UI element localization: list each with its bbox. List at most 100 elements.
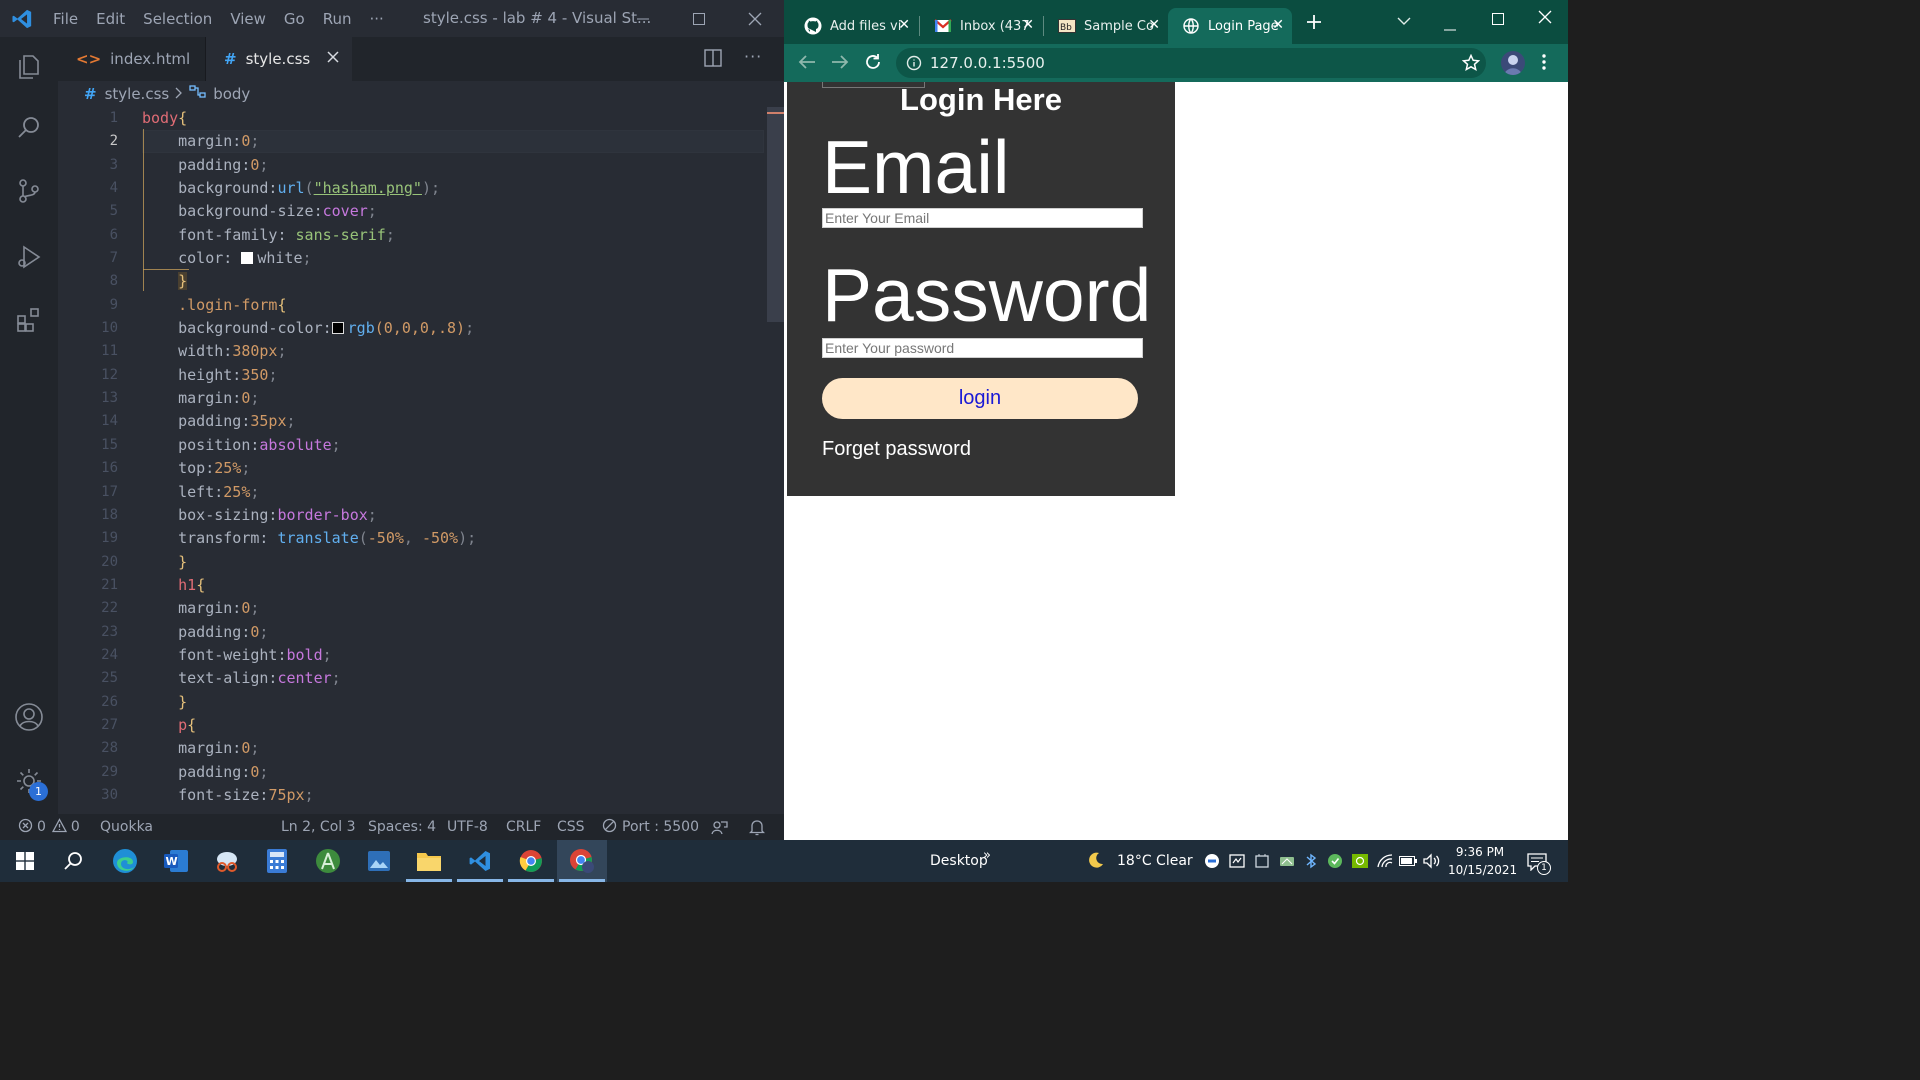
browser-menu-kebab-icon[interactable] xyxy=(1542,54,1546,74)
tab-search-chevron-down-icon[interactable] xyxy=(1397,11,1411,30)
profile-avatar[interactable] xyxy=(1501,51,1525,75)
more-actions-icon[interactable]: ··· xyxy=(744,47,762,66)
menu-edit[interactable]: Edit xyxy=(87,10,134,28)
breadcrumb-symbol[interactable]: body xyxy=(213,85,250,103)
account-icon[interactable] xyxy=(12,700,46,734)
forget-password-link[interactable]: Forget password xyxy=(822,438,971,461)
site-info-icon[interactable] xyxy=(906,55,922,75)
color-swatch[interactable] xyxy=(241,252,254,265)
bookmark-star-icon[interactable] xyxy=(1461,53,1481,76)
login-button[interactable]: login xyxy=(822,378,1138,419)
indentation-setting[interactable]: Spaces: 4 xyxy=(368,814,436,840)
file-explorer-icon[interactable] xyxy=(404,840,454,882)
css-selector: h1 xyxy=(178,575,197,594)
reload-icon[interactable] xyxy=(864,53,882,75)
word-icon[interactable]: W xyxy=(151,840,201,882)
tray-app-icon[interactable] xyxy=(1278,852,1296,870)
color-swatch[interactable] xyxy=(331,322,344,335)
taskbar-search-icon[interactable] xyxy=(48,840,98,882)
browser-tab-github[interactable]: Add files vi ✕ xyxy=(790,8,918,44)
tray-app-icon[interactable] xyxy=(1203,852,1221,870)
editor-scrollbar[interactable] xyxy=(767,107,784,322)
back-arrow-icon[interactable] xyxy=(798,54,816,74)
problems-indicator[interactable]: 0 0 xyxy=(18,814,80,840)
live-server-port[interactable]: Port : 5500 xyxy=(602,814,699,840)
eol-setting[interactable]: CRLF xyxy=(506,814,541,840)
desktop-toolbar-label[interactable]: Desktop xyxy=(930,840,988,882)
system-clock[interactable]: 9:36 PM 10/15/2021 xyxy=(1448,843,1517,879)
menu-more[interactable]: ··· xyxy=(361,10,393,28)
nvidia-icon[interactable] xyxy=(1351,852,1369,870)
tab-style-css[interactable]: # style.css xyxy=(206,37,352,81)
run-debug-icon[interactable] xyxy=(12,240,46,274)
split-editor-icon[interactable] xyxy=(704,49,722,71)
tray-app-icon[interactable] xyxy=(1326,852,1344,870)
notifications-bell-icon[interactable] xyxy=(749,814,765,840)
tab-close-icon[interactable]: ✕ xyxy=(1022,17,1034,33)
css-property: padding: xyxy=(178,412,251,431)
maximize-icon[interactable] xyxy=(676,0,722,37)
tab-label: index.html xyxy=(110,50,191,68)
warning-icon xyxy=(51,817,68,837)
password-label: Password xyxy=(822,253,1152,337)
browser-tab-label: Login Page xyxy=(1208,18,1279,34)
address-bar[interactable]: 127.0.0.1:5500 xyxy=(896,48,1486,78)
volume-icon[interactable] xyxy=(1423,852,1441,870)
email-input[interactable] xyxy=(822,208,1143,228)
tab-index-html[interactable]: <> index.html xyxy=(58,37,206,81)
windows-start-icon[interactable] xyxy=(0,840,50,882)
menu-view[interactable]: View xyxy=(221,10,275,28)
tray-app-icon[interactable] xyxy=(1228,852,1246,870)
browser-maximize-icon[interactable] xyxy=(1492,10,1504,29)
extensions-icon[interactable] xyxy=(12,303,46,337)
minimize-icon[interactable] xyxy=(620,0,666,37)
tab-close-icon[interactable]: ✕ xyxy=(1148,17,1160,33)
android-studio-icon[interactable] xyxy=(303,840,353,882)
menu-file[interactable]: File xyxy=(44,10,87,28)
chrome-profile-taskbar-icon[interactable] xyxy=(557,840,607,882)
code-line: font-size:75px; xyxy=(142,784,476,807)
css-value: bold xyxy=(286,645,323,664)
edge-browser-icon[interactable] xyxy=(100,840,150,882)
feedback-icon[interactable] xyxy=(711,814,728,840)
search-icon[interactable] xyxy=(12,111,46,145)
css-string[interactable]: "hasham.png" xyxy=(314,179,422,197)
bluetooth-icon[interactable] xyxy=(1302,852,1320,870)
forward-arrow-icon[interactable] xyxy=(831,54,849,74)
language-mode[interactable]: CSS xyxy=(557,814,585,840)
chrome-taskbar-icon[interactable] xyxy=(506,840,556,882)
wifi-icon[interactable] xyxy=(1376,852,1394,870)
menu-go[interactable]: Go xyxy=(275,10,314,28)
explorer-icon[interactable] xyxy=(12,49,46,83)
chevron-right-icon xyxy=(175,85,183,103)
new-tab-plus-icon[interactable] xyxy=(1305,13,1323,35)
encoding-setting[interactable]: UTF-8 xyxy=(447,814,488,840)
snipping-tool-icon[interactable] xyxy=(202,840,252,882)
menu-selection[interactable]: Selection xyxy=(134,10,221,28)
desktop-toolbar-chevron[interactable]: » xyxy=(983,834,991,876)
password-input[interactable] xyxy=(822,338,1143,358)
cursor-position[interactable]: Ln 2, Col 3 xyxy=(281,814,356,840)
code-semicolon: ; xyxy=(259,155,269,174)
tab-close-icon[interactable]: ✕ xyxy=(898,17,910,33)
browser-minimize-icon[interactable] xyxy=(1444,16,1456,35)
browser-tab-login-page[interactable]: Login Page ✕ xyxy=(1168,8,1292,44)
vscode-taskbar-icon[interactable] xyxy=(455,840,505,882)
code-editor[interactable]: 1 2 3 4 5 6 7 8 9 10 11 12 13 14 15 16 1… xyxy=(58,107,784,814)
browser-tab-gmail[interactable]: Inbox (437 ✕ xyxy=(920,8,1042,44)
browser-close-icon[interactable] xyxy=(1538,9,1552,28)
weather-widget[interactable]: 18°C Clear xyxy=(1117,840,1193,882)
browser-tab-sample[interactable]: Bb Sample Co ✕ xyxy=(1044,8,1168,44)
photos-icon[interactable] xyxy=(354,840,404,882)
breadcrumb-file[interactable]: style.css xyxy=(105,85,170,103)
tab-close-icon[interactable] xyxy=(326,50,340,68)
calculator-icon[interactable] xyxy=(252,840,302,882)
tab-label: style.css xyxy=(245,50,311,68)
menu-run[interactable]: Run xyxy=(314,10,361,28)
tab-close-icon[interactable]: ✕ xyxy=(1272,17,1284,33)
battery-icon[interactable] xyxy=(1399,852,1417,870)
source-control-icon[interactable] xyxy=(12,174,46,208)
tray-app-icon[interactable] xyxy=(1253,852,1271,870)
close-icon[interactable] xyxy=(732,0,778,37)
quokka-status[interactable]: Quokka xyxy=(100,814,153,840)
